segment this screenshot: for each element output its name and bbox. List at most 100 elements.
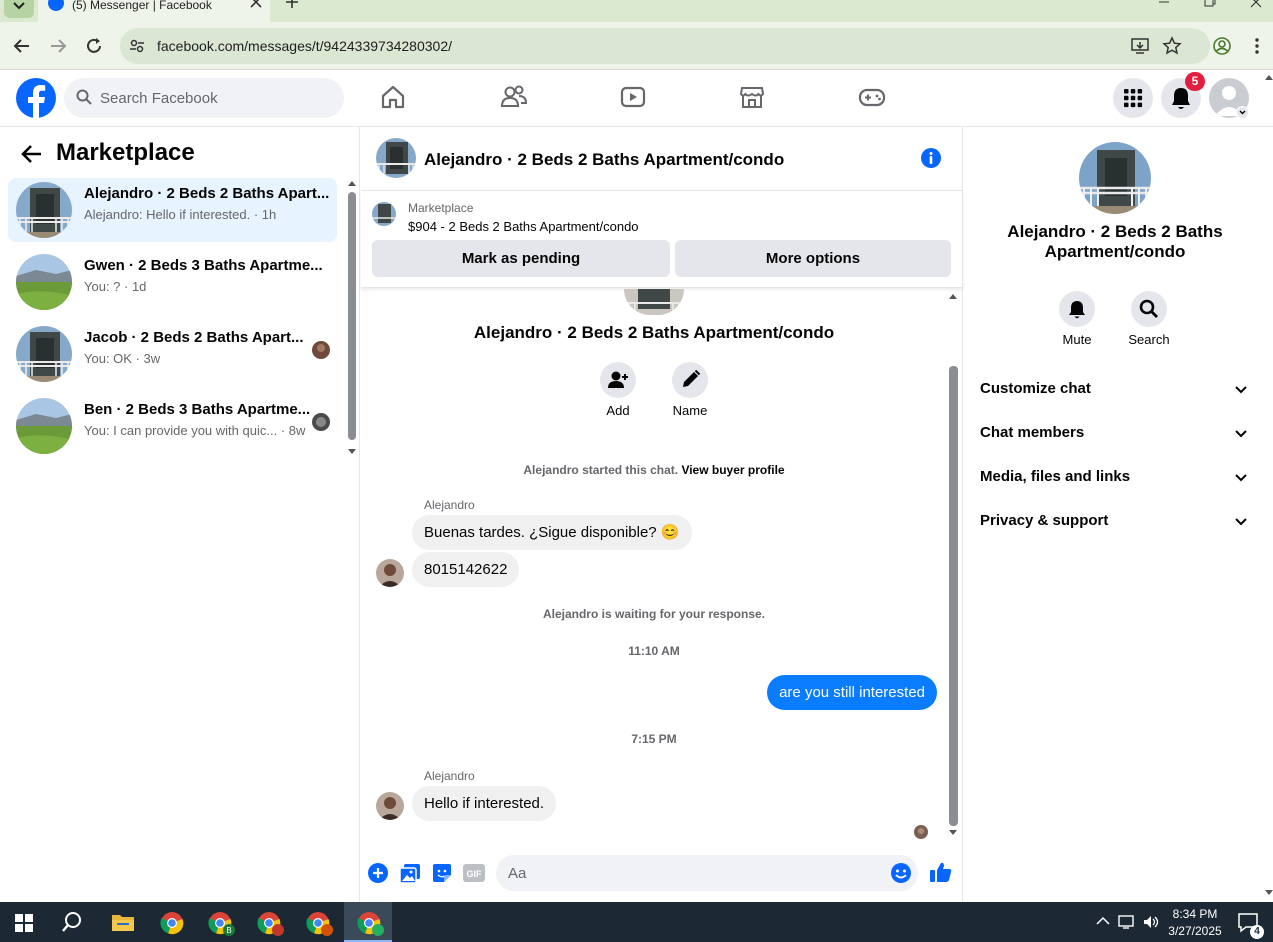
emoji-icon[interactable] [890, 862, 912, 884]
chevron-down-icon[interactable] [1234, 514, 1248, 528]
privacy-support-section[interactable]: Privacy & support [980, 512, 1108, 529]
restore-icon[interactable] [1204, 0, 1216, 8]
more-actions-icon[interactable] [367, 862, 389, 884]
menu-button[interactable] [1113, 78, 1153, 118]
page-scrollbar-down-icon[interactable] [1265, 889, 1273, 897]
chat-header-avatar[interactable] [376, 138, 416, 178]
media-files-links-section[interactable]: Media, files and links [980, 468, 1130, 485]
back-arrow-icon[interactable] [20, 143, 44, 165]
new-tab-icon[interactable] [284, 0, 300, 10]
sender-avatar[interactable] [376, 792, 404, 820]
tab-list-button[interactable] [4, 0, 34, 18]
page-scrollbar-up-icon[interactable] [1265, 73, 1273, 81]
home-icon[interactable] [380, 84, 406, 110]
chevron-down-icon[interactable] [1234, 426, 1248, 440]
marketplace-title: Marketplace [56, 139, 195, 166]
video-icon[interactable] [620, 84, 646, 110]
add-people-button[interactable] [600, 362, 636, 398]
incoming-message[interactable]: Buenas tardes. ¿Sigue disponible? 😊 [412, 515, 692, 550]
chat-scroll-down-icon[interactable] [948, 829, 958, 837]
friends-icon[interactable] [500, 84, 528, 110]
listing-avatar[interactable] [372, 202, 396, 226]
customize-chat-section[interactable]: Customize chat [980, 380, 1091, 397]
search-in-chat-button[interactable] [1131, 291, 1167, 327]
sticker-icon[interactable] [431, 862, 453, 884]
incoming-message[interactable]: 8015142622 [412, 552, 520, 587]
message-input[interactable] [496, 855, 918, 891]
list-scroll-up-icon[interactable] [347, 179, 357, 187]
gaming-icon[interactable] [858, 84, 886, 110]
back-icon[interactable] [12, 36, 32, 56]
seen-avatar [312, 413, 330, 431]
chrome-profile-icon[interactable] [257, 911, 285, 937]
chrome-profile-icon[interactable]: B [208, 911, 236, 937]
chevron-down-icon[interactable] [1234, 382, 1248, 396]
mute-button[interactable] [1059, 291, 1095, 327]
site-info-icon[interactable] [128, 37, 146, 55]
listing-thumbnail [16, 398, 72, 454]
listing-source: Marketplace [408, 201, 474, 215]
windows-start-icon[interactable] [15, 914, 33, 932]
incoming-message[interactable]: Hello if interested. [412, 786, 557, 821]
browser-menu-icon[interactable] [1250, 36, 1264, 56]
add-label: Add [606, 403, 630, 418]
chat-scrollbar[interactable] [949, 366, 958, 826]
svg-text:B: B [226, 926, 231, 935]
close-tab-icon[interactable] [248, 0, 264, 10]
notification-badge: 5 [1185, 72, 1205, 91]
gif-icon[interactable]: GIF [463, 864, 485, 882]
clock-time[interactable]: 8:34 PM [1165, 907, 1225, 921]
info-icon[interactable] [920, 147, 942, 169]
minimize-icon[interactable] [1158, 0, 1170, 8]
conversation-name: Ben · 2 Beds 3 Baths Apartme... [84, 401, 311, 418]
marketplace-icon[interactable] [739, 84, 765, 110]
forward-icon[interactable] [48, 36, 68, 56]
conversation-name: Jacob · 2 Beds 2 Baths Apart... [84, 329, 304, 346]
install-app-icon[interactable] [1130, 36, 1150, 56]
attach-photo-icon[interactable] [399, 862, 421, 884]
conversation-item[interactable]: Ben · 2 Beds 3 Baths Apartme... You: I c… [8, 394, 337, 458]
view-buyer-profile-link[interactable]: View buyer profile [681, 463, 784, 477]
network-icon[interactable] [1118, 914, 1136, 930]
chat-members-section[interactable]: Chat members [980, 424, 1084, 441]
volume-icon[interactable] [1142, 914, 1160, 930]
read-receipt-avatar [914, 825, 928, 839]
edit-name-button[interactable] [672, 362, 708, 398]
like-icon[interactable] [929, 860, 953, 884]
outgoing-message[interactable]: are you still interested [767, 675, 937, 710]
sender-avatar[interactable] [376, 559, 404, 587]
file-explorer-icon[interactable] [111, 912, 135, 932]
reload-icon[interactable] [84, 36, 104, 56]
search-icon [76, 89, 92, 105]
mark-as-pending-button[interactable]: Mark as pending [372, 240, 670, 277]
conversation-preview: You: OK · 3w [84, 351, 161, 366]
bookmark-star-icon[interactable] [1162, 36, 1182, 56]
conversation-name: Gwen · 2 Beds 3 Baths Apartme... [84, 257, 323, 274]
details-avatar[interactable] [1079, 142, 1151, 214]
chrome-profile-icon[interactable] [306, 911, 334, 937]
tray-chevron-up-icon[interactable] [1096, 916, 1110, 926]
taskbar-search-icon[interactable] [61, 911, 83, 933]
seen-avatar [312, 341, 330, 359]
profile-icon[interactable] [1212, 36, 1232, 56]
listing-price[interactable]: $904 - 2 Beds 2 Baths Apartment/condo [408, 219, 639, 234]
close-window-icon[interactable] [1250, 0, 1262, 8]
windows-taskbar [0, 902, 1273, 942]
conversation-item[interactable]: Gwen · 2 Beds 3 Baths Apartme... You: ? … [8, 250, 337, 314]
conversation-item[interactable]: Jacob · 2 Beds 2 Baths Apart... You: OK … [8, 322, 337, 386]
chat-started-text: Alejandro started this chat. [523, 463, 679, 477]
url-text[interactable]: facebook.com/messages/t/9424339734280302… [157, 38, 452, 54]
chevron-down-icon[interactable] [1234, 470, 1248, 484]
chrome-icon[interactable] [160, 911, 184, 935]
chat-title[interactable]: Alejandro · 2 Beds 2 Baths Apartment/con… [424, 150, 784, 170]
list-scrollbar[interactable] [348, 192, 356, 440]
sender-name: Alejandro [424, 498, 475, 512]
active-chrome-icon[interactable] [344, 902, 392, 942]
facebook-logo[interactable] [16, 78, 56, 118]
account-chevron-icon[interactable] [1236, 106, 1249, 119]
chat-scroll-up-icon[interactable] [948, 292, 958, 300]
conversation-item[interactable]: Alejandro · 2 Beds 2 Baths Apart... Alej… [8, 178, 337, 242]
more-options-button[interactable]: More options [675, 240, 951, 277]
clock-date[interactable]: 3/27/2025 [1160, 924, 1230, 938]
list-scroll-down-icon[interactable] [347, 448, 357, 456]
